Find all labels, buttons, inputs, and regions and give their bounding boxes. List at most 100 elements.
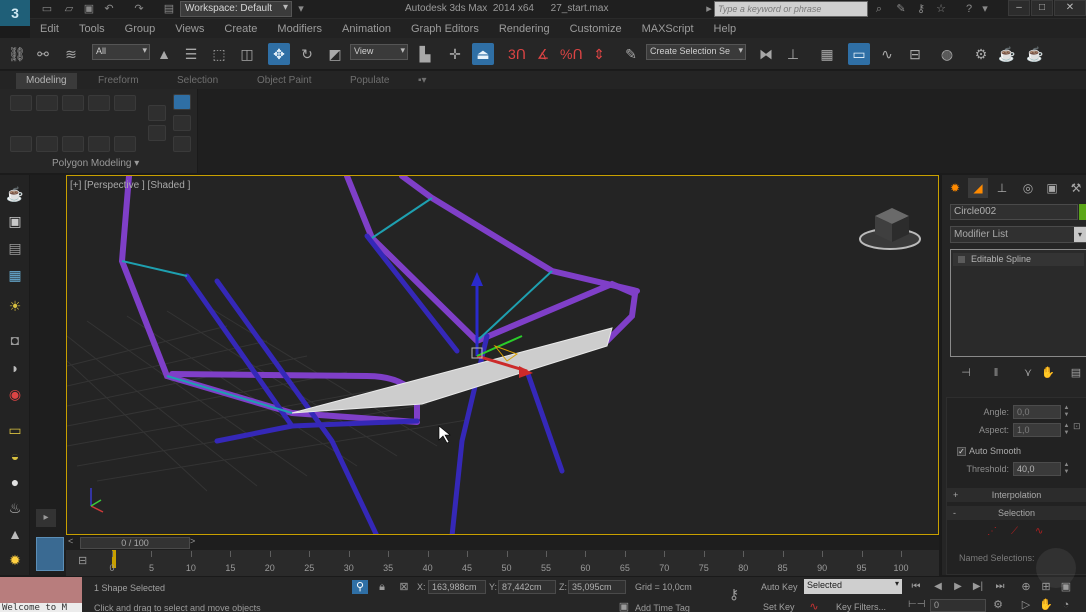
workspace-select[interactable]: Workspace: Default ▾ [180,1,292,17]
isolate-selection-icon[interactable]: ⚲ [352,580,368,594]
pan-icon[interactable]: ✋ [1038,598,1054,612]
ribbon-tool-button[interactable] [36,95,58,111]
redo-icon[interactable]: ↷ [132,2,146,16]
workspace-dropdown-icon[interactable]: ▾ [294,2,308,16]
menu-modifiers[interactable]: Modifiers [267,23,332,35]
ribbon-tool-button[interactable] [10,95,32,111]
ribbon-tool-button[interactable] [148,105,166,121]
set-key-button[interactable]: Set Key [763,602,795,612]
add-time-tag[interactable]: Add Time Tag [635,603,690,612]
field-of-view-icon[interactable]: ▷ [1018,598,1034,612]
layer-manager-icon[interactable]: ▦ [816,43,838,65]
select-and-scale-icon[interactable]: ◩ [324,43,346,65]
play-icon[interactable]: ▶ [950,580,966,594]
sun-icon[interactable]: ✹ [5,551,25,569]
absolute-mode-icon[interactable]: ⊠ [396,580,412,594]
y-coord-field[interactable]: 87,442cm [498,580,556,594]
current-frame-field[interactable]: 0 [930,599,986,612]
time-config-icon[interactable]: ⚙ [990,598,1006,612]
selection-filter-select[interactable]: All ▾ [92,44,150,60]
select-and-move-icon[interactable]: ✥ [268,43,290,65]
edit-named-selection-icon[interactable]: ✎ [620,43,642,65]
menu-create[interactable]: Create [214,23,267,35]
ribbon-tool-button[interactable] [173,94,191,110]
list-icon[interactable]: ▤ [5,239,25,257]
minimize-button[interactable]: – [1008,0,1030,16]
perspective-viewport[interactable]: [+] [Perspective ] [Shaded ] [66,175,939,535]
time-prev-icon[interactable]: < [68,536,73,546]
menu-graph-editors[interactable]: Graph Editors [401,23,489,35]
select-and-rotate-icon[interactable]: ↻ [296,43,318,65]
open-file-icon[interactable]: ▱ [62,2,76,16]
window-crossing-icon[interactable]: ◫ [236,43,258,65]
mirror-icon[interactable]: ⧓ [755,43,777,65]
save-file-icon[interactable]: ▣ [82,2,96,16]
time-tag-icon[interactable]: ▣ [616,600,632,612]
snaps-toggle-icon[interactable]: 3ᑎ [506,43,528,65]
auto-key-button[interactable]: Auto Key [761,582,798,592]
aspect-spinner-icon[interactable]: ▲ ▼ [1063,423,1070,437]
menu-tools[interactable]: Tools [69,23,115,35]
create-tab-icon[interactable]: ✹ [945,178,965,198]
angle-field[interactable]: 0,0 [1013,405,1061,419]
spinner-snap-icon[interactable]: ⇕ [588,43,610,65]
set-key-icon[interactable]: ⚷ [726,587,742,601]
curve-editor-icon[interactable]: ∿ [876,43,898,65]
mini-curve-editor-icon[interactable]: ⊟ [78,554,87,567]
maximize-button[interactable]: □ [1031,0,1053,16]
orbit-icon[interactable]: ◔ [1058,598,1074,612]
threshold-spinner-icon[interactable]: ▲ ▼ [1063,462,1070,476]
ribbon-tool-button[interactable] [114,95,136,111]
track-bar[interactable]: ⊟ 0 5 10 15 20 25 30 35 40 45 50 55 60 65 70 75 80 85 90 95… [66,550,939,576]
undo-icon[interactable]: ↶ [102,2,116,16]
menu-edit[interactable]: Edit [30,23,69,35]
key-icon[interactable]: ⚷ [914,2,928,16]
motion-tab-icon[interactable]: ◎ [1018,178,1038,198]
interpolation-rollout[interactable]: + Interpolation [947,488,1086,502]
light-icon[interactable]: ☀ [5,297,25,315]
sphere-icon[interactable]: ● [5,473,25,491]
time-slider[interactable]: < 0 / 100 > [66,536,939,550]
named-selection-set-select[interactable]: Create Selection Se ▾ [646,44,746,60]
utilities-tab-icon[interactable]: ⚒ [1066,178,1086,198]
sub-object-vertex-icon[interactable]: ⋰ [987,526,997,537]
selection-lock-icon[interactable]: 🔒︎ [374,580,390,594]
ribbon-tool-button[interactable] [173,115,191,131]
ribbon-tool-button[interactable] [173,136,191,152]
expand-arrow-icon[interactable]: ▸ [36,509,56,527]
previous-frame-icon[interactable]: ◀ [930,580,946,594]
menu-animation[interactable]: Animation [332,23,401,35]
tab-object-paint[interactable]: Object Paint [257,73,311,89]
star-icon[interactable]: ☆ [934,2,948,16]
pin-stack-icon[interactable]: ⊣ [958,365,974,381]
object-name-field[interactable]: Circle002 [950,204,1078,220]
tab-selection[interactable]: Selection [177,73,218,89]
threshold-field[interactable]: 40,0 [1013,462,1061,476]
x-coord-field[interactable]: 163,988cm [428,580,486,594]
menu-maxscript[interactable]: MAXScript [632,23,704,35]
table-icon[interactable]: ▦ [5,266,25,284]
graphite-toggle-icon[interactable]: ▭ [848,43,870,65]
menu-rendering[interactable]: Rendering [489,23,560,35]
help-icon[interactable]: ? [962,2,976,16]
maxscript-listener-area[interactable] [0,577,82,603]
new-file-icon[interactable]: ▭ [40,2,54,16]
hemisphere-icon[interactable]: ◒ [5,447,25,465]
tab-freeform[interactable]: Freeform [98,73,139,89]
time-slider-thumb[interactable]: 0 / 100 [80,537,190,549]
remove-modifier-icon[interactable]: ✋ [1040,365,1056,381]
maxscript-mini-listener[interactable]: Welcome to M [0,603,82,612]
auto-smooth-checkbox[interactable]: ✓ [957,447,966,456]
close-button[interactable]: ✕ [1054,0,1086,16]
sound-icon[interactable]: ◗ [5,359,25,377]
ribbon-tool-button[interactable] [62,136,84,152]
teapot-icon[interactable]: ☕ [5,185,25,203]
binoculars-icon[interactable]: ⌕ [872,2,886,16]
configure-sets-icon[interactable]: ▤ [1068,365,1084,381]
polygon-modeling-label[interactable]: Polygon Modeling ▾ [52,158,139,169]
next-frame-icon[interactable]: ▶| [970,580,986,594]
align-icon[interactable]: ⊥ [782,43,804,65]
stack-item-editable-spline[interactable]: Editable Spline [953,253,1084,266]
3dsmax-logo-icon[interactable]: 3 [0,0,30,26]
modifier-stack[interactable]: Editable Spline [950,249,1086,357]
